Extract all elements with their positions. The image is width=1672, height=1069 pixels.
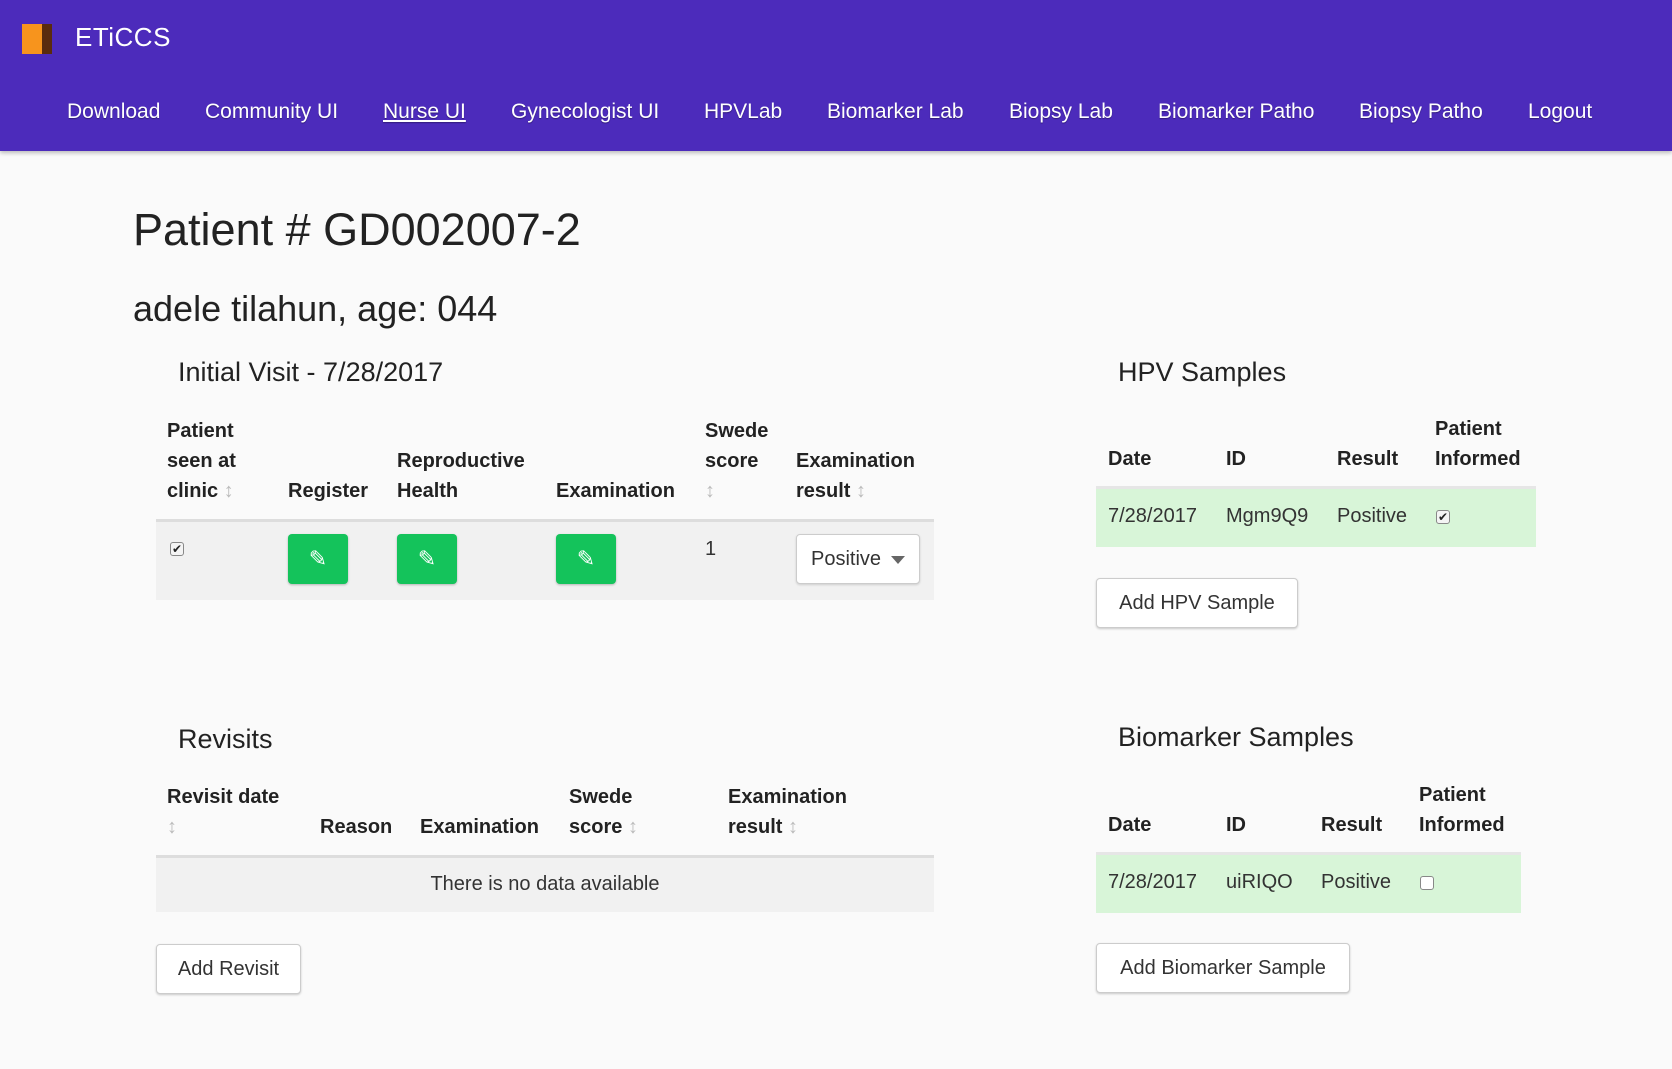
sort-icon[interactable]: ↕	[705, 480, 715, 502]
th-date: Date	[1108, 814, 1152, 836]
nav-community-ui[interactable]: Community UI	[205, 100, 338, 124]
th-examination: Examination	[556, 480, 675, 502]
logo-orange-block	[22, 24, 42, 54]
th-swede-score[interactable]: Swede score ↕	[705, 416, 768, 506]
add-biomarker-sample-button[interactable]: Add Biomarker Sample	[1096, 943, 1350, 993]
biomarker-result-cell: Positive	[1321, 871, 1392, 893]
hpv-samples-title: HPV Samples	[1118, 357, 1287, 387]
revisits-title: Revisits	[178, 724, 273, 754]
biomarker-id-cell: uiRIQO	[1226, 871, 1293, 893]
patient-title: Patient # GD002007-2	[133, 204, 581, 255]
nav-nurse-ui[interactable]: Nurse UI	[383, 100, 466, 124]
hpv-informed-checkbox[interactable]: ✔	[1436, 510, 1450, 524]
th-date: Date	[1108, 448, 1152, 470]
th-reproductive-health: Reproductive Health	[397, 450, 525, 502]
nav-hpvlab[interactable]: HPVLab	[704, 100, 782, 124]
th-swede-score[interactable]: Swede score ↕	[569, 782, 638, 842]
biomarker-date-cell: 7/28/2017	[1108, 871, 1197, 893]
th-examination: Examination	[420, 816, 539, 838]
hpv-result-cell: Positive	[1337, 505, 1408, 527]
caret-down-icon	[891, 556, 905, 564]
th-patient-informed: Patient Informed	[1435, 418, 1521, 470]
logo-brown-block	[42, 24, 52, 54]
th-id: ID	[1226, 448, 1246, 470]
examination-result-select[interactable]: Positive	[796, 534, 920, 584]
sort-icon[interactable]: ↕	[167, 816, 177, 838]
th-revisit-date[interactable]: Revisit date ↕	[167, 782, 279, 842]
nav-biomarker-lab[interactable]: Biomarker Lab	[827, 100, 964, 124]
brand-name[interactable]: ETiCCS	[75, 22, 171, 53]
th-id: ID	[1226, 814, 1246, 836]
patient-seen-checkbox[interactable]: ✔	[170, 542, 184, 556]
add-revisit-button[interactable]: Add Revisit	[156, 944, 301, 994]
nav-biopsy-lab[interactable]: Biopsy Lab	[1009, 100, 1113, 124]
th-result: Result	[1321, 814, 1383, 836]
swede-score-value: 1	[705, 538, 717, 560]
top-navbar: ETiCCS Download Community UI Nurse UI Gy…	[0, 0, 1672, 151]
biomarker-informed-checkbox[interactable]	[1420, 876, 1434, 890]
edit-examination-button[interactable]: ✎	[556, 534, 616, 584]
sort-icon[interactable]: ↕	[788, 816, 798, 838]
th-register: Register	[288, 480, 369, 502]
th-examination-result[interactable]: Examination result ↕	[728, 782, 847, 842]
revisits-empty-message: There is no data available	[430, 873, 660, 895]
nav-download[interactable]: Download	[67, 100, 160, 124]
nav-biopsy-patho[interactable]: Biopsy Patho	[1359, 100, 1483, 124]
nav-gynecologist-ui[interactable]: Gynecologist UI	[511, 100, 659, 124]
th-reason: Reason	[320, 816, 393, 838]
pencil-icon: ✎	[576, 546, 596, 571]
th-examination-result[interactable]: Examination result ↕	[796, 446, 915, 506]
add-hpv-sample-button[interactable]: Add HPV Sample	[1096, 578, 1298, 628]
nav-biomarker-patho[interactable]: Biomarker Patho	[1158, 100, 1314, 124]
edit-reproductive-health-button[interactable]: ✎	[397, 534, 457, 584]
initial-visit-title: Initial Visit - 7/28/2017	[178, 357, 444, 387]
edit-register-button[interactable]: ✎	[288, 534, 348, 584]
hpv-id-cell: Mgm9Q9	[1226, 505, 1309, 527]
th-result: Result	[1337, 448, 1399, 470]
th-patient-seen[interactable]: Patient seen at clinic ↕	[167, 416, 236, 506]
pencil-icon: ✎	[417, 546, 437, 571]
patient-subtitle: adele tilahun, age: 044	[133, 288, 498, 329]
app-logo	[22, 24, 52, 54]
sort-icon[interactable]: ↕	[856, 480, 866, 502]
hpv-date-cell: 7/28/2017	[1108, 505, 1197, 527]
nav-logout[interactable]: Logout	[1528, 100, 1592, 124]
pencil-icon: ✎	[308, 546, 328, 571]
th-patient-informed: Patient Informed	[1419, 784, 1505, 836]
biomarker-samples-title: Biomarker Samples	[1118, 722, 1354, 752]
sort-icon[interactable]: ↕	[628, 816, 638, 838]
sort-icon[interactable]: ↕	[224, 480, 234, 502]
